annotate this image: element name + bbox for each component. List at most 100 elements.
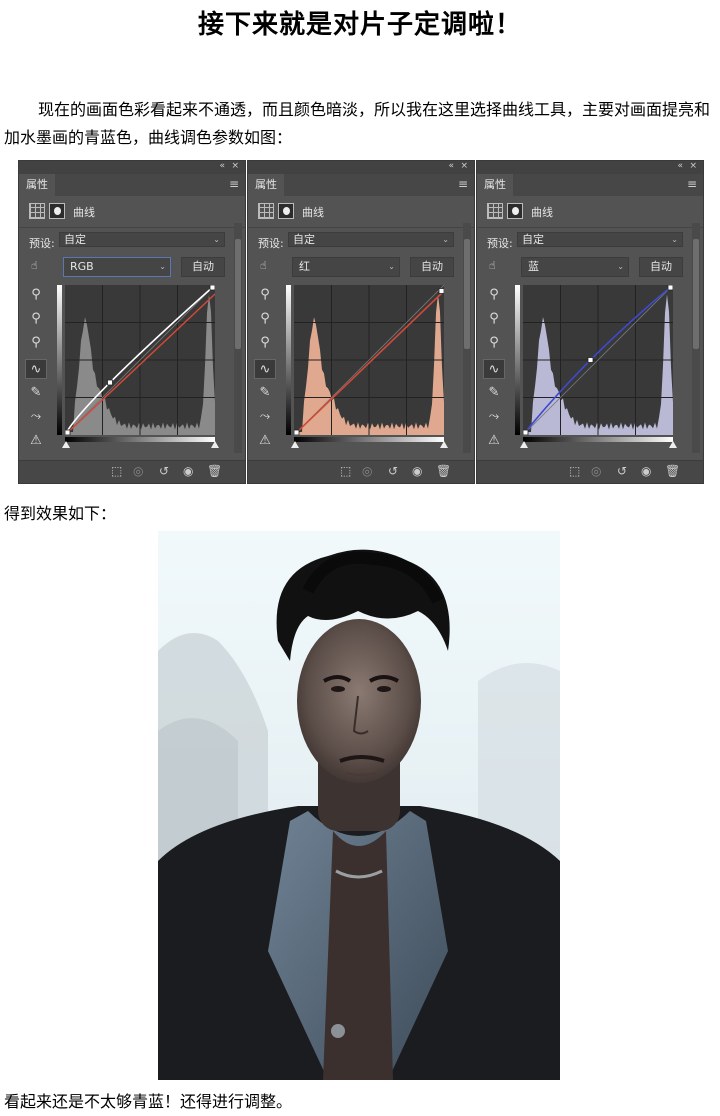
layer-mask-icon[interactable] [278, 203, 294, 219]
curve-point-tool-icon[interactable]: ∿ [254, 359, 276, 379]
panel-menu-icon[interactable]: ≡ [687, 177, 697, 191]
clip-to-layer-icon[interactable]: ⬚ [111, 464, 122, 478]
panel-scrollbar[interactable] [692, 223, 700, 453]
collapse-icon[interactable]: « [219, 161, 225, 171]
delete-icon[interactable]: 🗑 [665, 464, 680, 478]
white-input-slider[interactable] [669, 441, 677, 448]
view-previous-icon[interactable]: ◎ [362, 464, 372, 478]
panel-menu-icon[interactable]: ≡ [458, 177, 468, 191]
panel-scrollbar[interactable] [463, 223, 471, 453]
collapse-icon[interactable]: « [448, 161, 454, 171]
curve-point-tool-icon[interactable]: ∿ [483, 359, 505, 379]
preset-select[interactable]: 自定 ⌄ [517, 232, 683, 247]
scrollbar-thumb[interactable] [464, 239, 470, 349]
visibility-icon[interactable]: ◉ [412, 464, 422, 478]
channel-select[interactable]: RGB ⌄ [63, 257, 171, 277]
curves-panels: « × 属性 ≡ 曲线 预设: 自定 ⌄ ☝ RGB ⌄ 自动 ⚲ ⚲ ⚲ ∿ [18, 160, 704, 484]
intro-paragraph: 现在的画面色彩看起来不通透，而且颜色暗淡，所以我在这里选择曲线工具，主要对画面提… [4, 100, 711, 147]
curve-control-point[interactable] [523, 429, 529, 435]
black-input-slider[interactable] [291, 441, 299, 448]
panel-menu-icon[interactable]: ≡ [229, 177, 239, 191]
curve-control-point[interactable] [107, 379, 113, 386]
curves-panel-1: « × 属性 ≡ 曲线 预设: 自定 ⌄ ☝ RGB ⌄ 自动 ⚲ ⚲ ⚲ ∿ [18, 160, 246, 484]
delete-icon[interactable]: 🗑 [436, 464, 451, 478]
pencil-icon[interactable]: ✎ [25, 383, 47, 403]
scrollbar-thumb[interactable] [693, 239, 699, 349]
channel-value: 红 [299, 260, 310, 273]
close-icon[interactable]: × [689, 161, 697, 171]
visibility-icon[interactable]: ◉ [183, 464, 193, 478]
clipping-warning-icon[interactable]: ⚠ [254, 431, 276, 451]
channel-select[interactable]: 蓝 ⌄ [521, 257, 629, 277]
reset-icon[interactable]: ↺ [617, 464, 627, 478]
auto-button[interactable]: 自动 [410, 257, 454, 277]
clip-to-layer-icon[interactable]: ⬚ [569, 464, 580, 478]
clip-to-layer-icon[interactable]: ⬚ [340, 464, 351, 478]
curve-control-point[interactable] [65, 429, 71, 435]
panel-tab-row: 属性 ≡ [477, 174, 703, 196]
curve-control-point[interactable] [667, 285, 673, 291]
preset-select[interactable]: 自定 ⌄ [288, 232, 454, 247]
panel-scrollbar[interactable] [234, 223, 242, 453]
white-point-eyedropper-icon[interactable]: ⚲ [254, 333, 276, 353]
curve-control-point[interactable] [294, 429, 300, 435]
white-point-eyedropper-icon[interactable]: ⚲ [25, 333, 47, 353]
gray-point-eyedropper-icon[interactable]: ⚲ [483, 309, 505, 329]
black-point-eyedropper-icon[interactable]: ⚲ [25, 285, 47, 305]
close-icon[interactable]: × [231, 161, 239, 171]
view-previous-icon[interactable]: ◎ [591, 464, 601, 478]
target-adjust-icon[interactable]: ☝ [260, 259, 276, 273]
tab-properties[interactable]: 属性 [477, 174, 513, 196]
black-point-eyedropper-icon[interactable]: ⚲ [254, 285, 276, 305]
clipping-warning-icon[interactable]: ⚠ [483, 431, 505, 451]
white-input-slider[interactable] [211, 441, 219, 448]
visibility-icon[interactable]: ◉ [641, 464, 651, 478]
preset-label: 预设: [487, 237, 513, 250]
reset-icon[interactable]: ↺ [388, 464, 398, 478]
layer-mask-icon[interactable] [49, 203, 65, 219]
delete-icon[interactable]: 🗑 [207, 464, 222, 478]
adjustment-name: 曲线 [302, 206, 324, 219]
layer-mask-icon[interactable] [507, 203, 523, 219]
document-title: 接下来就是对片子定调啦！ [197, 10, 522, 40]
target-adjust-icon[interactable]: ☝ [31, 259, 47, 273]
output-gradient [286, 285, 291, 435]
black-point-eyedropper-icon[interactable]: ⚲ [483, 285, 505, 305]
target-adjust-icon[interactable]: ☝ [489, 259, 505, 273]
curve-graph[interactable] [523, 285, 673, 435]
curves-panel-2: « × 属性 ≡ 曲线 预设: 自定 ⌄ ☝ 红 ⌄ 自动 ⚲ ⚲ ⚲ ∿ ✎ … [247, 160, 475, 484]
smooth-curve-icon[interactable]: ⤳ [25, 407, 47, 427]
black-input-slider[interactable] [520, 441, 528, 448]
curve-graph[interactable] [65, 285, 215, 435]
curve-graph[interactable] [294, 285, 444, 435]
curve-control-point[interactable] [209, 285, 215, 291]
black-input-slider[interactable] [62, 441, 70, 448]
gray-point-eyedropper-icon[interactable]: ⚲ [25, 309, 47, 329]
clipping-warning-icon[interactable]: ⚠ [25, 431, 47, 451]
divider [19, 227, 245, 228]
panel-tab-row: 属性 ≡ [248, 174, 474, 196]
white-input-slider[interactable] [440, 441, 448, 448]
auto-button[interactable]: 自动 [639, 257, 683, 277]
curve-point-tool-icon[interactable]: ∿ [25, 359, 47, 379]
tab-properties[interactable]: 属性 [248, 174, 284, 196]
pencil-icon[interactable]: ✎ [254, 383, 276, 403]
collapse-icon[interactable]: « [677, 161, 683, 171]
gray-point-eyedropper-icon[interactable]: ⚲ [254, 309, 276, 329]
pencil-icon[interactable]: ✎ [483, 383, 505, 403]
smooth-curve-icon[interactable]: ⤳ [483, 407, 505, 427]
input-gradient [523, 437, 673, 442]
curve-control-point[interactable] [438, 288, 444, 294]
smooth-curve-icon[interactable]: ⤳ [254, 407, 276, 427]
close-icon[interactable]: × [460, 161, 468, 171]
curve-control-point[interactable] [587, 357, 594, 363]
view-previous-icon[interactable]: ◎ [133, 464, 143, 478]
channel-select[interactable]: 红 ⌄ [292, 257, 400, 277]
auto-button[interactable]: 自动 [181, 257, 225, 277]
preset-select[interactable]: 自定 ⌄ [59, 232, 225, 247]
scrollbar-thumb[interactable] [235, 239, 241, 349]
reset-icon[interactable]: ↺ [159, 464, 169, 478]
chevron-down-icon: ⌄ [159, 262, 166, 271]
tab-properties[interactable]: 属性 [19, 174, 55, 196]
white-point-eyedropper-icon[interactable]: ⚲ [483, 333, 505, 353]
